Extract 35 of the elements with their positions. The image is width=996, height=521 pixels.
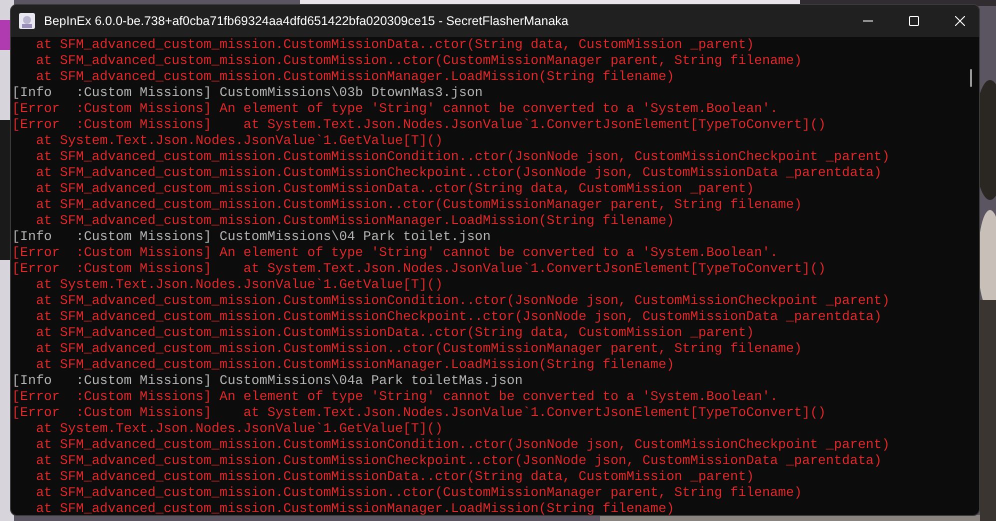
log-line: at SFM_advanced_custom_mission.CustomMission..ctor(CustomMissionManager parent, String filename) (34, 53, 803, 69)
log-line: [Info :Custom Missions] CustomMissions\04 Park toilet.json (12, 229, 492, 245)
window-title: BepInEx 6.0.0-be.738+af0cba71fb69324aa4dfd651422bfa020309ce15 - SecretFlasherManaka (44, 14, 568, 28)
log-line: at SFM_advanced_custom_mission.CustomMissionData..ctor(String data, CustomMission _parent) (34, 181, 756, 197)
log-line: at SFM_advanced_custom_mission.CustomMissionManager.LoadMission(String filename) (34, 501, 676, 515)
log-line: at SFM_advanced_custom_mission.CustomMission..ctor(CustomMissionManager parent, String filename) (34, 485, 803, 501)
log-line: at System.Text.Json.Nodes.JsonValue`1.GetValue[T]() (34, 421, 444, 437)
log-line: [Error :Custom Missions] An element of type 'String' cannot be converted to a 'System.Boolean'. (12, 101, 780, 117)
log-line: at SFM_advanced_custom_mission.CustomMissionManager.LoadMission(String filename) (34, 213, 676, 229)
log-line: at SFM_advanced_custom_mission.CustomMissionCondition..ctor(JsonNode json, CustomMissionCheckpoint _parent) (34, 149, 891, 165)
log-line: [Error :Custom Missions] An element of type 'String' cannot be converted to a 'System.Boolean'. (12, 389, 780, 405)
maximize-icon[interactable] (909, 16, 919, 26)
log-line: at SFM_advanced_custom_mission.CustomMission..ctor(CustomMissionManager parent, String filename) (34, 341, 803, 357)
log-line: [Error :Custom Missions] at System.Text.Json.Nodes.JsonValue`1.ConvertJsonElement[TypeToConvert]() (12, 117, 827, 133)
log-line: [Error :Custom Missions] at System.Text.Json.Nodes.JsonValue`1.ConvertJsonElement[TypeToConvert]() (12, 261, 827, 277)
log-line: at SFM_advanced_custom_mission.CustomMissionCheckpoint..ctor(JsonNode json, CustomMissionData _parentdata) (34, 165, 883, 181)
log-line: at System.Text.Json.Nodes.JsonValue`1.GetValue[T]() (34, 133, 444, 149)
scrollbar-thumb[interactable] (970, 69, 972, 87)
app-icon (19, 13, 35, 29)
log-line: [Info :Custom Missions] CustomMissions\04a Park toiletMas.json (12, 373, 524, 389)
log-line: at SFM_advanced_custom_mission.CustomMissionCheckpoint..ctor(JsonNode json, CustomMissionData _parentdata) (34, 453, 883, 469)
log-line: at SFM_advanced_custom_mission.CustomMissionManager.LoadMission(String filename) (34, 357, 676, 373)
log-line: at SFM_advanced_custom_mission.CustomMission..ctor(CustomMissionManager parent, String filename) (34, 197, 803, 213)
log-line: at SFM_advanced_custom_mission.CustomMissionCheckpoint..ctor(JsonNode json, CustomMissionData _parentdata) (34, 309, 883, 325)
log-line: at SFM_advanced_custom_mission.CustomMissionData..ctor(String data, CustomMission _parent) (34, 469, 756, 485)
log-line: [Error :Custom Missions] An element of type 'String' cannot be converted to a 'System.Boolean'. (12, 245, 780, 261)
log-line: at SFM_advanced_custom_mission.CustomMissionData..ctor(String data, CustomMission _parent) (34, 37, 756, 53)
log-line: at SFM_advanced_custom_mission.CustomMissionCondition..ctor(JsonNode json, CustomMissionCheckpoint _parent) (34, 437, 891, 453)
log-line: at SFM_advanced_custom_mission.CustomMissionData..ctor(String data, CustomMission _parent) (34, 325, 756, 341)
log-line: [Info :Custom Missions] CustomMissions\03b DtownMas3.json (12, 85, 484, 101)
log-line: [Error :Custom Missions] at System.Text.Json.Nodes.JsonValue`1.ConvertJsonElement[TypeToConvert]() (12, 405, 827, 421)
log-line: at SFM_advanced_custom_mission.CustomMissionCondition..ctor(JsonNode json, CustomMissionCheckpoint _parent) (34, 293, 891, 309)
close-icon[interactable] (955, 16, 965, 26)
log-line: at SFM_advanced_custom_mission.CustomMissionManager.LoadMission(String filename) (34, 69, 676, 85)
log-line: at System.Text.Json.Nodes.JsonValue`1.GetValue[T]() (34, 277, 444, 293)
